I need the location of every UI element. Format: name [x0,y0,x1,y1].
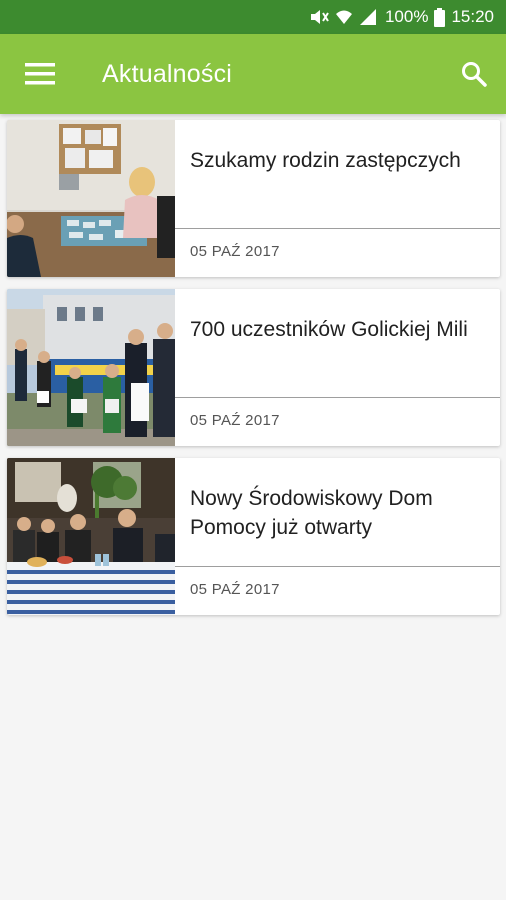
page-title: Aktualności [102,59,233,88]
wifi-icon [335,10,352,24]
signal-icon [359,9,376,25]
news-title: 700 uczestników Golickiej Mili [175,289,500,398]
battery-icon [434,7,446,27]
news-date: 05 PAŹ 2017 [190,412,280,429]
news-title: Szukamy rodzin zastępczych [175,120,500,229]
news-list: Szukamy rodzin zastępczych 05 PAŹ 2017 7… [7,120,500,627]
search-icon [462,62,487,87]
status-bar: 100% 15:20 [0,0,506,34]
status-time: 15:20 [451,7,494,26]
news-date: 05 PAŹ 2017 [190,581,280,598]
news-title: Nowy Środowiskowy Dom Pomocy już otwarty [175,458,500,567]
news-date: 05 PAŹ 2017 [190,243,280,260]
news-thumbnail [7,120,175,277]
news-thumbnail [7,458,175,615]
app-bar: Aktualności [0,34,506,114]
battery-percentage: 100% [384,7,429,26]
mute-icon [310,10,329,24]
news-card[interactable]: Nowy Środowiskowy Dom Pomocy już otwarty… [7,458,500,615]
news-card[interactable]: Szukamy rodzin zastępczych 05 PAŹ 2017 [7,120,500,277]
hamburger-icon [25,63,55,85]
menu-button[interactable] [0,34,80,114]
search-button[interactable] [442,34,506,114]
news-card[interactable]: 700 uczestników Golickiej Mili 05 PAŹ 20… [7,289,500,446]
news-thumbnail [7,289,175,446]
